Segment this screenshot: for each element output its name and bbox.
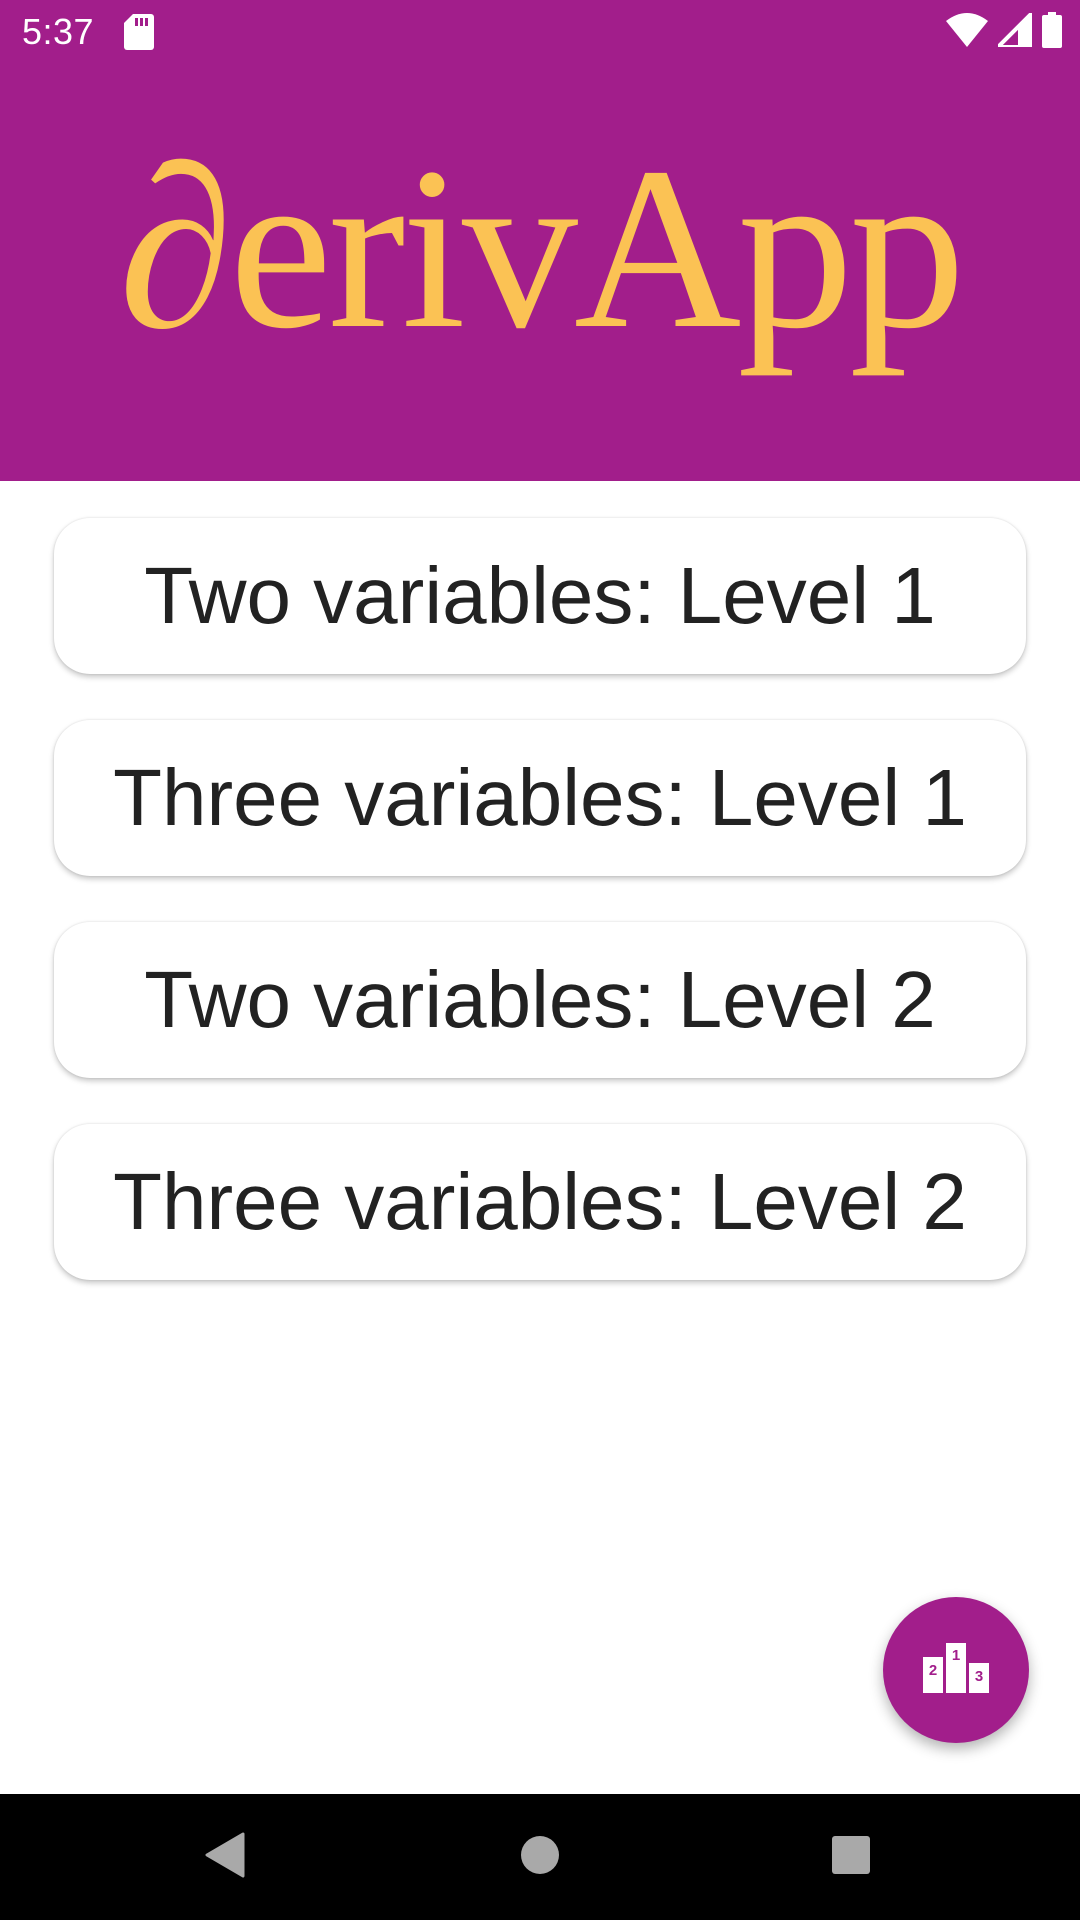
- back-icon: [205, 1832, 245, 1883]
- system-nav-bar: [0, 1794, 1080, 1920]
- signal-icon: [996, 10, 1034, 52]
- status-time: 5:37: [22, 11, 95, 52]
- status-bar: 5:37: [0, 0, 1080, 63]
- level-button-two-vars-2[interactable]: Two variables: Level 2: [54, 922, 1026, 1078]
- sd-card-icon: [124, 14, 154, 50]
- leaderboard-podium-icon: 2 1 3: [923, 1642, 989, 1698]
- level-button-two-vars-1[interactable]: Two variables: Level 1: [54, 518, 1026, 674]
- home-icon: [520, 1835, 560, 1880]
- podium-label-3: 3: [975, 1668, 983, 1685]
- podium-label-1: 1: [952, 1647, 960, 1664]
- level-list: Two variables: Level 1 Three variables: …: [54, 518, 1026, 1326]
- back-button[interactable]: [165, 1794, 285, 1920]
- recents-button[interactable]: [791, 1794, 911, 1920]
- wifi-icon: [946, 12, 988, 52]
- leaderboard-fab[interactable]: 2 1 3: [883, 1597, 1029, 1743]
- home-button[interactable]: [480, 1794, 600, 1920]
- status-icons: [946, 10, 1062, 53]
- screen: 5:37 ∂erivApp Two variables: Level 1 Thr…: [0, 0, 1080, 1920]
- level-button-three-vars-2[interactable]: Three variables: Level 2: [54, 1124, 1026, 1280]
- app-logo: ∂erivApp: [118, 120, 966, 377]
- battery-icon: [1042, 11, 1062, 53]
- podium-label-2: 2: [929, 1662, 937, 1679]
- level-button-three-vars-1[interactable]: Three variables: Level 1: [54, 720, 1026, 876]
- app-header: ∂erivApp: [0, 63, 1080, 481]
- recents-icon: [831, 1835, 871, 1880]
